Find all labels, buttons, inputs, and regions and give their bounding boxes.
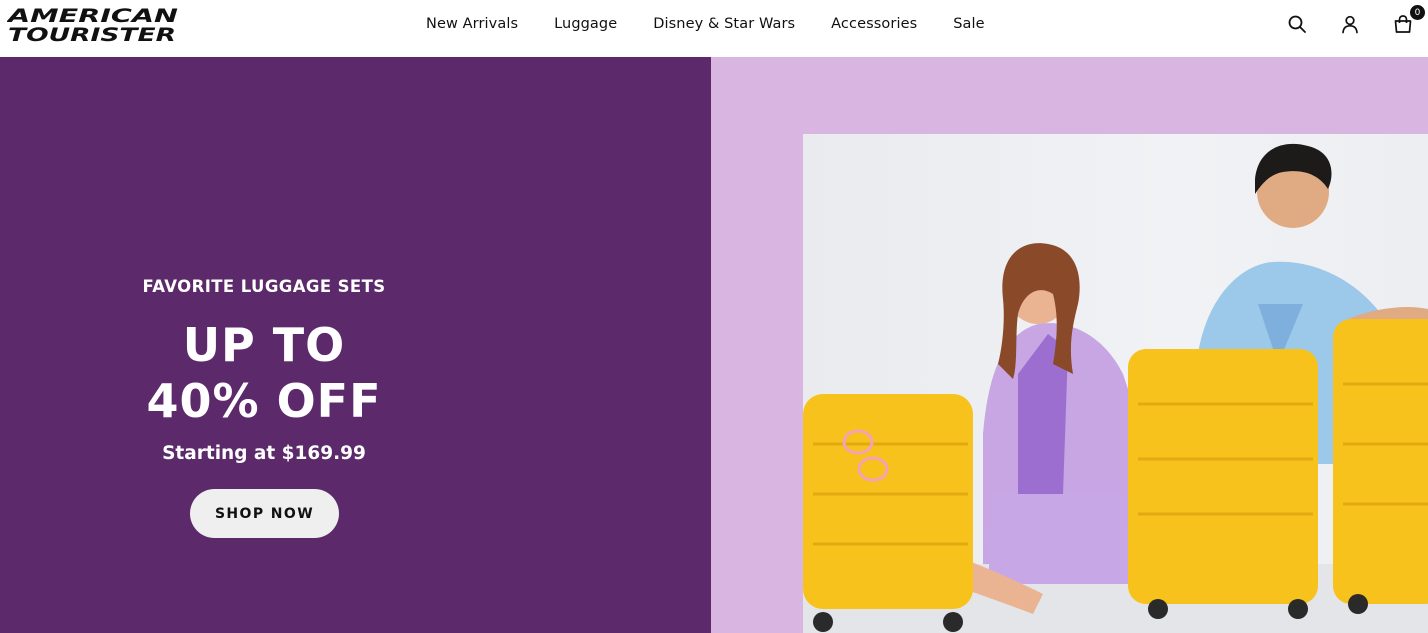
cart-button[interactable]: 0 xyxy=(1390,5,1425,37)
suitcase-medium xyxy=(1128,349,1318,619)
hero-subline: Starting at $169.99 xyxy=(162,443,366,464)
bag-icon xyxy=(1394,15,1412,33)
woman-skirt xyxy=(988,494,1133,584)
nav-accessories[interactable]: Accessories xyxy=(831,16,917,32)
nav-luggage[interactable]: Luggage xyxy=(554,16,617,32)
hero-headline: UP TO 40% OFF xyxy=(0,317,528,429)
hero-copy: FAVORITE LUGGAGE SETS UP TO 40% OFF Star… xyxy=(0,57,528,633)
nav-disney-star-wars[interactable]: Disney & Star Wars xyxy=(653,16,795,32)
hero-headline-line1: UP TO xyxy=(182,318,346,372)
search-icon xyxy=(1288,15,1306,33)
cart-count-badge: 0 xyxy=(1410,5,1425,20)
luggage-models-illustration xyxy=(803,143,1428,633)
svg-text:TOURISTER: TOURISTER xyxy=(8,24,176,44)
main-nav: New Arrivals Luggage Disney & Star Wars … xyxy=(408,0,1003,48)
header-icons: 0 xyxy=(1257,5,1425,38)
account-button[interactable] xyxy=(1337,11,1363,37)
search-button[interactable] xyxy=(1284,11,1310,37)
hero-eyebrow: FAVORITE LUGGAGE SETS xyxy=(142,277,386,296)
hero-image-panel xyxy=(711,57,1428,633)
american-tourister-logo[interactable]: AMERICAN TOURISTER xyxy=(7,6,182,44)
nav-new-arrivals[interactable]: New Arrivals xyxy=(426,16,518,32)
shop-now-button[interactable]: SHOP NOW xyxy=(190,489,339,538)
logo-wordmark: AMERICAN TOURISTER xyxy=(7,6,178,44)
site-header: AMERICAN TOURISTER New Arrivals Luggage … xyxy=(0,0,1428,57)
suitcase-small xyxy=(803,394,973,632)
hero-promo-panel: FAVORITE LUGGAGE SETS UP TO 40% OFF Star… xyxy=(0,57,711,633)
user-icon xyxy=(1342,15,1358,34)
suitcase-large xyxy=(1333,319,1428,614)
hero-photo[interactable] xyxy=(803,134,1428,633)
nav-sale[interactable]: Sale xyxy=(953,16,984,32)
hero-headline-line2: 40% OFF xyxy=(146,374,382,428)
